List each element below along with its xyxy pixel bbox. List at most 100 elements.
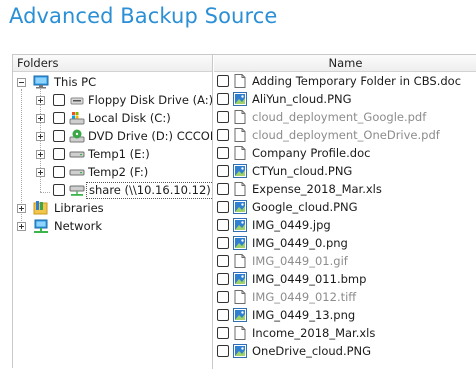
expand-toggle[interactable]	[36, 114, 45, 123]
image-icon	[233, 164, 247, 178]
collapse-toggle[interactable]	[17, 78, 26, 87]
hard-drive-icon	[69, 151, 85, 158]
page-title: Advanced Backup Source	[9, 4, 278, 28]
tree-item-label: Libraries	[54, 201, 104, 215]
tree-item-label: Local Disk (C:)	[88, 111, 171, 125]
file-name: IMG_0449.jpg	[252, 218, 331, 232]
file-name: Company Profile.doc	[252, 146, 371, 160]
file-name: IMG_0449_012.tiff	[252, 290, 357, 304]
file-checkbox[interactable]	[217, 129, 229, 141]
tree-item-label: share (\\10.16.10.12) (Z:)	[86, 182, 212, 199]
file-row[interactable]: cloud_deployment_OneDrive.pdf	[214, 126, 476, 144]
expand-toggle[interactable]	[36, 132, 45, 141]
folders-column-header[interactable]: Folders	[13, 55, 212, 72]
file-row[interactable]: Expense_2018_Mar.xls	[214, 180, 476, 198]
file-row[interactable]: IMG_0449_0.png	[214, 234, 476, 252]
file-name: IMG_0449_0.png	[252, 236, 348, 250]
tree-item-dvd-drive[interactable]: DVD Drive (D:) CCCOMA_X64FRE_EN-US_DV9	[13, 127, 212, 145]
image-icon	[233, 218, 247, 232]
file-row[interactable]: AliYun_cloud.PNG	[214, 90, 476, 108]
document-icon	[234, 182, 246, 196]
document-icon	[234, 254, 246, 268]
file-checkbox[interactable]	[217, 183, 229, 195]
temp1-checkbox[interactable]	[53, 148, 65, 160]
expand-toggle[interactable]	[17, 222, 26, 231]
file-checkbox[interactable]	[217, 93, 229, 105]
file-checkbox[interactable]	[217, 75, 229, 87]
file-checkbox[interactable]	[217, 345, 229, 357]
folders-pane: Folders This PC Floppy Disk Drive (A:) L…	[13, 55, 213, 369]
document-icon	[234, 290, 246, 304]
hard-drive-icon	[69, 169, 85, 176]
file-checkbox[interactable]	[217, 201, 229, 213]
document-icon	[234, 146, 246, 160]
file-name: AliYun_cloud.PNG	[252, 92, 352, 106]
file-row[interactable]: IMG_0449_01.gif	[214, 252, 476, 270]
file-row[interactable]: Adding Temporary Folder in CBS.doc	[214, 72, 476, 90]
expand-toggle[interactable]	[17, 204, 26, 213]
file-name: Income_2018_Mar.xls	[252, 326, 376, 340]
computer-icon	[33, 75, 49, 89]
file-row[interactable]: Income_2018_Mar.xls	[214, 324, 476, 342]
tree-item-libraries[interactable]: Libraries	[13, 199, 212, 217]
tree-item-temp2[interactable]: Temp2 (F:)	[13, 163, 212, 181]
network-drive-icon	[69, 185, 85, 196]
file-name: OneDrive_cloud.PNG	[252, 344, 372, 358]
expand-toggle[interactable]	[36, 168, 45, 177]
file-name: Google_cloud.PNG	[252, 200, 358, 214]
floppy-checkbox[interactable]	[53, 94, 65, 106]
file-checkbox[interactable]	[217, 273, 229, 285]
file-row[interactable]: IMG_0449_13.png	[214, 306, 476, 324]
file-row[interactable]: IMG_0449_011.bmp	[214, 270, 476, 288]
tree-item-this-pc[interactable]: This PC	[13, 73, 212, 91]
document-icon	[234, 326, 246, 340]
file-checkbox[interactable]	[217, 255, 229, 267]
expand-toggle[interactable]	[36, 96, 45, 105]
file-checkbox[interactable]	[217, 309, 229, 321]
file-name: Expense_2018_Mar.xls	[252, 182, 382, 196]
tree-item-floppy[interactable]: Floppy Disk Drive (A:)	[13, 91, 213, 109]
file-checkbox[interactable]	[217, 219, 229, 231]
file-checkbox[interactable]	[217, 165, 229, 177]
file-checkbox[interactable]	[217, 291, 229, 303]
file-checkbox[interactable]	[217, 327, 229, 339]
document-icon	[234, 110, 246, 124]
tree-item-temp1[interactable]: Temp1 (E:)	[13, 145, 212, 163]
tree-item-network[interactable]: Network	[13, 217, 212, 235]
image-icon	[233, 236, 247, 250]
floppy-drive-icon	[70, 97, 84, 105]
file-checkbox[interactable]	[217, 237, 229, 249]
file-row[interactable]: CTYun_cloud.PNG	[214, 162, 476, 180]
file-row[interactable]: Google_cloud.PNG	[214, 198, 476, 216]
file-name: IMG_0449_01.gif	[252, 254, 348, 268]
file-name: IMG_0449_011.bmp	[252, 272, 367, 286]
file-row[interactable]: cloud_deployment_Google.pdf	[214, 108, 476, 126]
file-row[interactable]: IMG_0449_012.tiff	[214, 288, 476, 306]
file-row[interactable]: Company Profile.doc	[214, 144, 476, 162]
libraries-icon	[33, 201, 48, 215]
dvd-drive-icon	[69, 129, 85, 143]
image-icon	[233, 272, 247, 286]
file-name: Adding Temporary Folder in CBS.doc	[252, 74, 462, 88]
tree-item-network-share[interactable]: share (\\10.16.10.12) (Z:)	[13, 181, 212, 199]
image-icon	[233, 308, 247, 322]
share-checkbox[interactable]	[53, 184, 65, 196]
file-row[interactable]: OneDrive_cloud.PNG	[214, 342, 476, 360]
temp2-checkbox[interactable]	[53, 166, 65, 178]
dvd-drive-checkbox[interactable]	[53, 130, 65, 142]
file-row[interactable]: IMG_0449.jpg	[214, 216, 476, 234]
image-icon	[233, 200, 247, 214]
backup-source-panel: Folders This PC Floppy Disk Drive (A:) L…	[12, 54, 476, 369]
document-icon	[234, 74, 246, 88]
expand-toggle[interactable]	[36, 150, 45, 159]
file-checkbox[interactable]	[217, 111, 229, 123]
file-name: cloud_deployment_Google.pdf	[252, 110, 427, 124]
name-column-header[interactable]: Name	[214, 55, 476, 72]
local-disk-checkbox[interactable]	[53, 112, 65, 124]
file-checkbox[interactable]	[217, 147, 229, 159]
image-icon	[233, 92, 247, 106]
tree-item-label: Floppy Disk Drive (A:)	[88, 93, 213, 107]
files-pane: Name Adding Temporary Folder in CBS.doc A…	[214, 55, 476, 369]
tree-item-local-disk[interactable]: Local Disk (C:)	[13, 109, 212, 127]
image-icon	[233, 344, 247, 358]
